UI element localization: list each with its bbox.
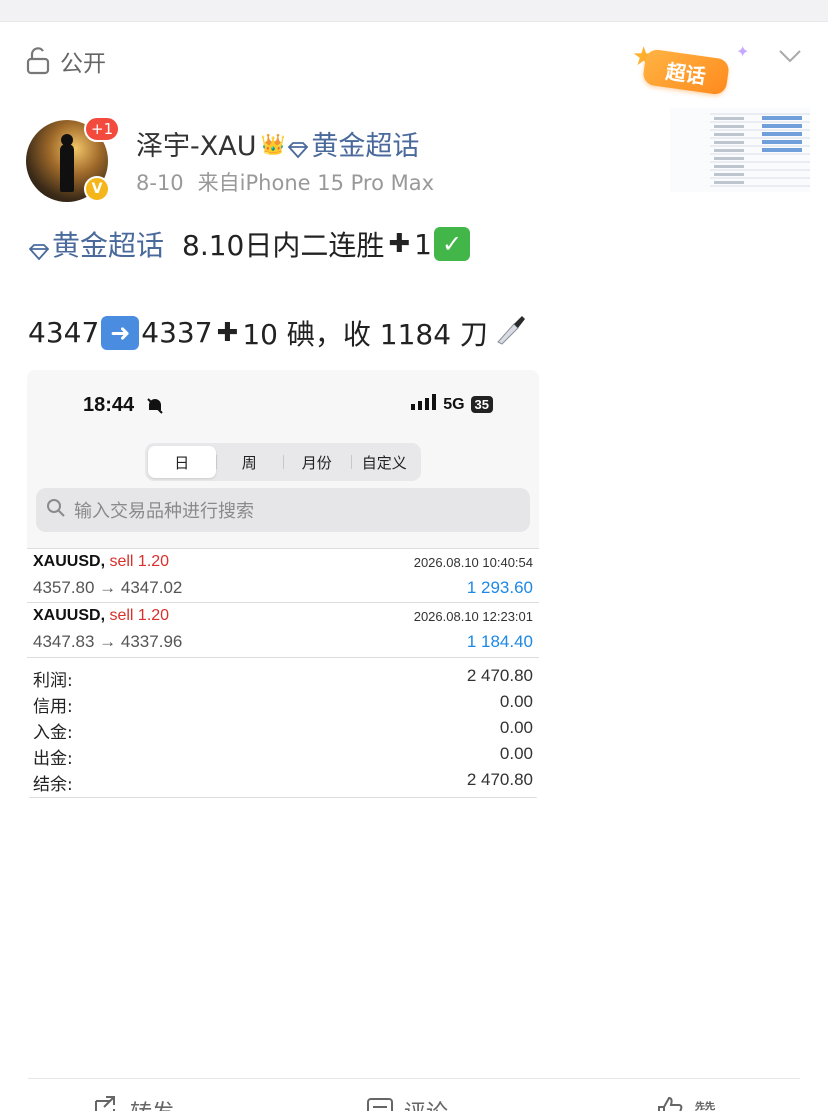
- period-tabs: 日 周 月份 自定义: [145, 443, 421, 481]
- exit-price: 4337: [141, 316, 213, 349]
- network-label: 5G: [443, 395, 465, 413]
- account-summary: 利润: 2 470.80 信用: 0.00 入金: 0.00 出金: 0.00 结余: 2…: [27, 657, 539, 795]
- post-result-text: 10 碘，收 1184 刀: [242, 317, 488, 351]
- super-topic-badge[interactable]: ★ 超话 ✦: [630, 42, 760, 102]
- comment-icon: [366, 1095, 394, 1111]
- repost-button[interactable]: 转发: [92, 1095, 174, 1111]
- post-text-line-2: 4347 ➜ 4337 ✚ 10 碘，收 1184 刀: [28, 312, 528, 353]
- chevron-down-icon[interactable]: [776, 44, 804, 68]
- search-placeholder: 输入交易品种进行搜索: [74, 501, 254, 522]
- trade-datetime: 2026.08.10 10:40:54: [413, 555, 533, 570]
- screenshot-header: 18:44 5G 35 日 周 月份 自定义 输入交易品种进行搜索: [27, 370, 539, 548]
- like-label: 赞: [694, 1095, 716, 1111]
- trade-prices: 4357.80 → 4347.02: [33, 578, 183, 597]
- tab-custom[interactable]: 自定义: [350, 446, 419, 478]
- comment-label: 评论: [404, 1095, 448, 1111]
- visibility-label: 公开: [60, 51, 106, 77]
- post-text-line-1: 黄金超话 8.10日内二连胜 ✚ 1 ✓: [28, 224, 470, 264]
- post-meta: 8-10 来自iPhone 15 Pro Max: [136, 167, 434, 197]
- like-button[interactable]: 赞: [656, 1095, 716, 1111]
- trade-history-screenshot[interactable]: 18:44 5G 35 日 周 月份 自定义 输入交易品种进行搜索 XAUUSD…: [27, 370, 539, 800]
- entry-price: 4347: [28, 316, 100, 349]
- trade-side: sell 1.20: [109, 553, 170, 570]
- trade-profit: 1 184.40: [466, 632, 533, 651]
- plus-icon: ✚: [388, 229, 411, 259]
- author-name[interactable]: 泽宇-XAU: [136, 124, 256, 163]
- signal-icon: [411, 394, 437, 415]
- verified-icon: V: [84, 176, 110, 202]
- author-topic-link[interactable]: 黄金超话: [311, 124, 419, 163]
- bell-muted-icon: [145, 396, 165, 420]
- repost-icon: [92, 1095, 120, 1111]
- trade-symbol: XAUUSD, sell 1.20: [33, 553, 170, 570]
- post-date: 8-10: [136, 171, 184, 195]
- trade-datetime: 2026.08.10 12:23:01: [413, 609, 533, 624]
- summary-row-balance: 结余: 2 470.80: [33, 770, 533, 795]
- summary-row-withdrawal: 出金: 0.00: [33, 744, 533, 769]
- tab-week[interactable]: 周: [215, 446, 284, 478]
- trade-profit: 1 293.60: [466, 578, 533, 597]
- trade-side: sell 1.20: [109, 607, 170, 624]
- faded-spreadsheet-thumbnail: [670, 108, 810, 192]
- crown-icon: 👑: [260, 131, 286, 156]
- author-row: 泽宇-XAU 👑 黄金超话: [136, 124, 419, 163]
- notification-badge: +1: [84, 116, 121, 142]
- post-source: 来自iPhone 15 Pro Max: [197, 171, 435, 195]
- status-time: 18:44: [83, 394, 135, 416]
- symbol-search-input[interactable]: 输入交易品种进行搜索: [36, 488, 530, 532]
- avatar-figure: [60, 144, 74, 192]
- post-topic-link[interactable]: 黄金超话: [52, 224, 164, 264]
- sparkle-icon: ✦: [736, 42, 750, 61]
- trade-symbol: XAUUSD, sell 1.20: [33, 607, 170, 624]
- status-indicators: 5G 35: [411, 394, 493, 415]
- divider: [27, 797, 539, 798]
- diamond-icon: [287, 135, 309, 158]
- unlock-icon: [26, 47, 50, 75]
- post-headline: 8.10日内二连胜: [182, 229, 385, 262]
- thumbs-up-icon: [656, 1095, 684, 1111]
- comment-button[interactable]: 评论: [366, 1095, 448, 1111]
- tab-month[interactable]: 月份: [283, 446, 351, 478]
- plus-icon: ✚: [216, 317, 239, 348]
- summary-row-credit: 信用: 0.00: [33, 692, 533, 717]
- check-icon: ✓: [434, 227, 470, 261]
- top-band: [0, 0, 828, 22]
- post-action-bar: 转发 评论 赞: [28, 1078, 800, 1111]
- diamond-icon: [28, 235, 50, 261]
- trade-row[interactable]: XAUUSD, sell 1.20 2026.08.10 10:40:54 43…: [27, 548, 539, 602]
- knife-icon: [494, 312, 528, 353]
- trade-prices: 4347.83 → 4337.96: [33, 632, 183, 651]
- trade-row[interactable]: XAUUSD, sell 1.20 2026.08.10 12:23:01 43…: [27, 602, 539, 656]
- summary-row-deposit: 入金: 0.00: [33, 718, 533, 743]
- search-icon: [46, 498, 66, 522]
- tab-day[interactable]: 日: [148, 446, 216, 478]
- post-win-count: 1: [414, 227, 432, 261]
- right-arrow-icon: ➜: [101, 315, 140, 350]
- super-topic-badge-label: 超话: [641, 48, 731, 96]
- summary-row-profit: 利润: 2 470.80: [33, 666, 533, 691]
- battery-icon: 35: [470, 396, 493, 413]
- visibility-indicator[interactable]: 公开: [26, 44, 106, 78]
- repost-label: 转发: [130, 1095, 174, 1111]
